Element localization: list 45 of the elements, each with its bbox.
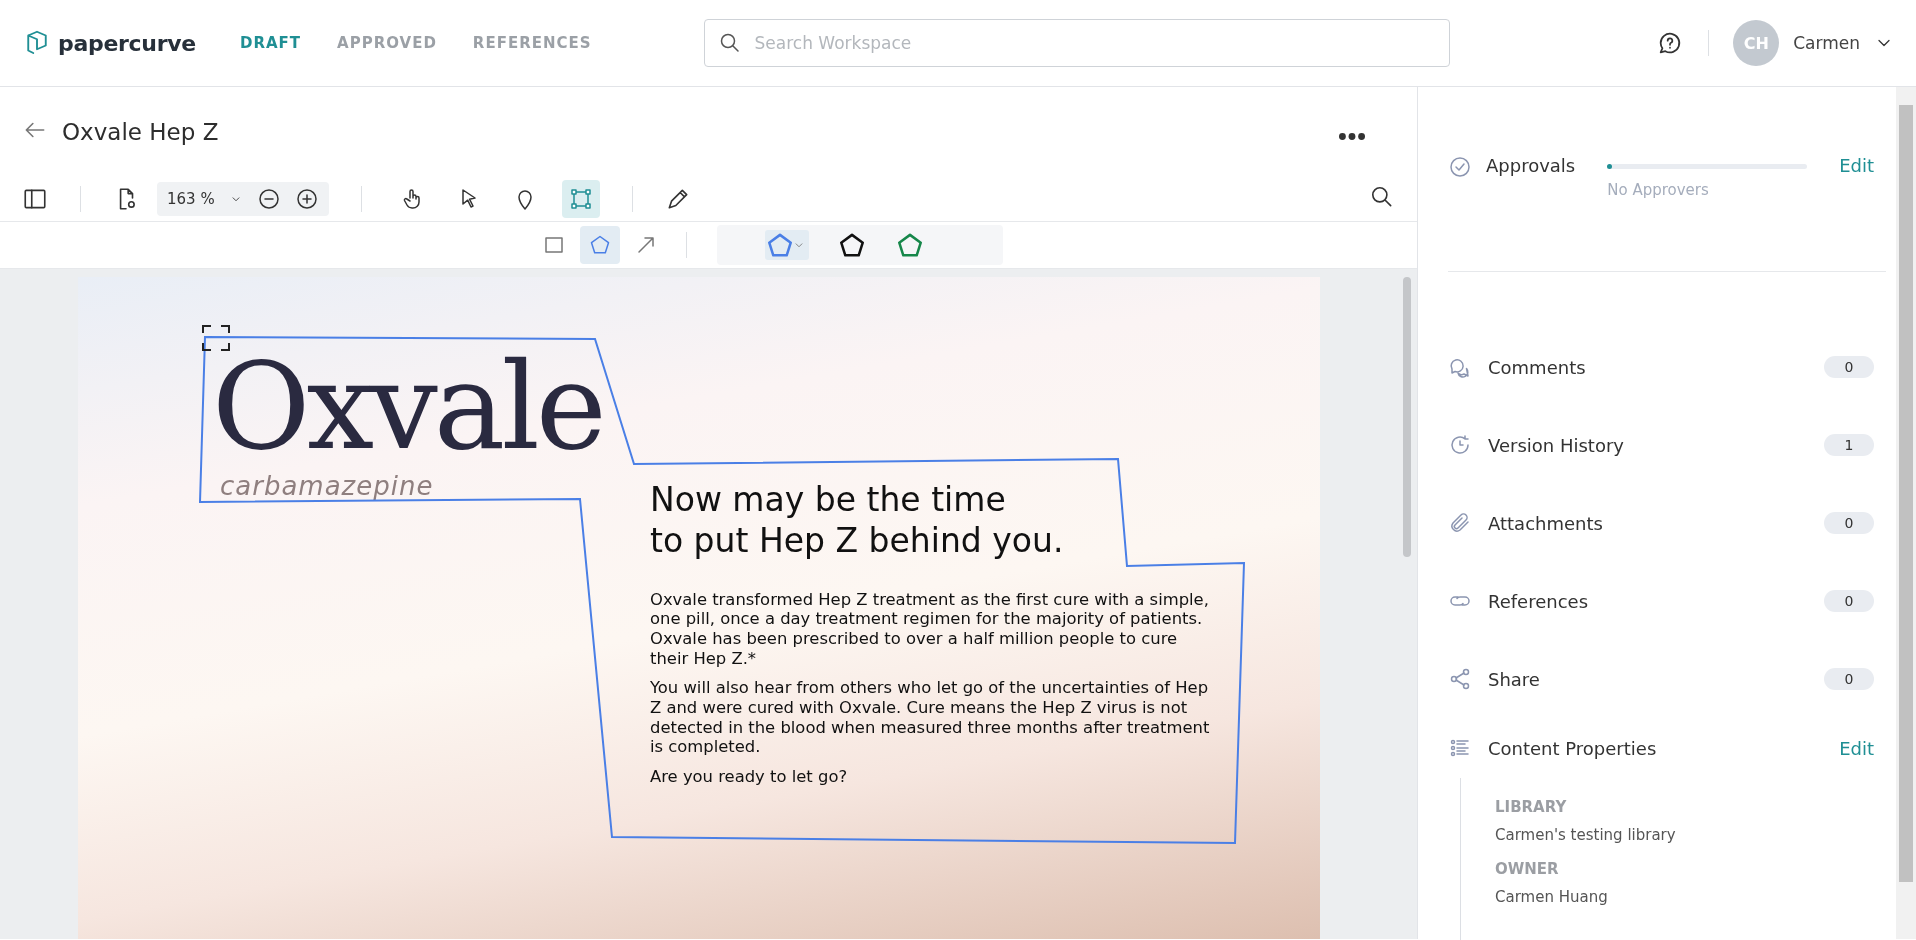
zoom-out-icon: [256, 187, 281, 211]
nav-tab[interactable]: DRAFT: [239, 34, 302, 52]
crop-icon: [568, 187, 593, 211]
search-field[interactable]: Search Workspace: [703, 19, 1450, 67]
panel-item[interactable]: Share: [1488, 668, 1540, 690]
clock-icon: [1448, 433, 1472, 457]
count-badge: 0: [1824, 356, 1874, 378]
panel-item[interactable]: Attachments: [1488, 512, 1603, 534]
count-badge: 1: [1824, 434, 1874, 456]
approval-status: No Approvers: [1607, 181, 1710, 199]
paperclip-icon: [1448, 511, 1472, 535]
count-badge: 0: [1824, 512, 1874, 534]
zoom-level[interactable]: 163 %: [167, 190, 215, 208]
panel-item[interactable]: Version History: [1488, 434, 1624, 456]
content-properties-label: Content Properties: [1488, 737, 1657, 759]
count-badge: 0: [1824, 668, 1874, 690]
scrollbar[interactable]: [1403, 277, 1411, 557]
shape-color-option[interactable]: [765, 230, 809, 260]
property-value: Carmen's testing library: [1495, 826, 1677, 844]
user-name[interactable]: Carmen: [1793, 33, 1860, 53]
headline: Now may be the time to put Hep Z behind you.: [650, 479, 1065, 562]
brand-name: Oxvale: [212, 347, 604, 467]
scrollbar[interactable]: [1896, 87, 1916, 939]
document-title: Oxvale Hep Z: [62, 119, 219, 145]
polygon-annotation[interactable]: [198, 336, 1246, 844]
property-label: LIBRARY: [1495, 798, 1568, 816]
count-badge: 0: [1824, 590, 1874, 612]
generic-name: carbamazepine: [220, 471, 435, 501]
body-paragraph: You will also hear from others who let go of the uncertainties of Hep Z and were cured with Oxvale. Cure means the Hep Z virus is not detected in the blood when measured three months after treatment is completed.: [650, 678, 1211, 757]
edit-link[interactable]: Edit: [1839, 737, 1874, 759]
check-circle-icon: [1448, 155, 1472, 179]
edit-link[interactable]: Edit: [1839, 155, 1874, 176]
property-value: Carmen Huang: [1495, 888, 1609, 906]
shape-button[interactable]: [580, 226, 620, 264]
property-label: OWNER: [1495, 860, 1560, 878]
body-paragraph: Oxvale transformed Hep Z treatment as the first cure with a simple, one pill, once a day treatment regimen for the majority of patients. Oxvale has been prescribed to over a half million people to cure their Hep Z.*: [650, 589, 1210, 669]
panel-item[interactable]: References: [1488, 590, 1589, 612]
logo-text: papercurve: [58, 30, 196, 56]
zoom-in-icon: [294, 187, 319, 211]
panel-item[interactable]: Comments: [1488, 356, 1586, 378]
share-icon: [1448, 667, 1472, 691]
selection-corners-icon[interactable]: [202, 325, 230, 351]
approvals-label: Approvals: [1486, 155, 1576, 176]
more-options-icon[interactable]: [1339, 133, 1365, 140]
body-paragraph: Are you ready to let go?: [650, 767, 849, 787]
